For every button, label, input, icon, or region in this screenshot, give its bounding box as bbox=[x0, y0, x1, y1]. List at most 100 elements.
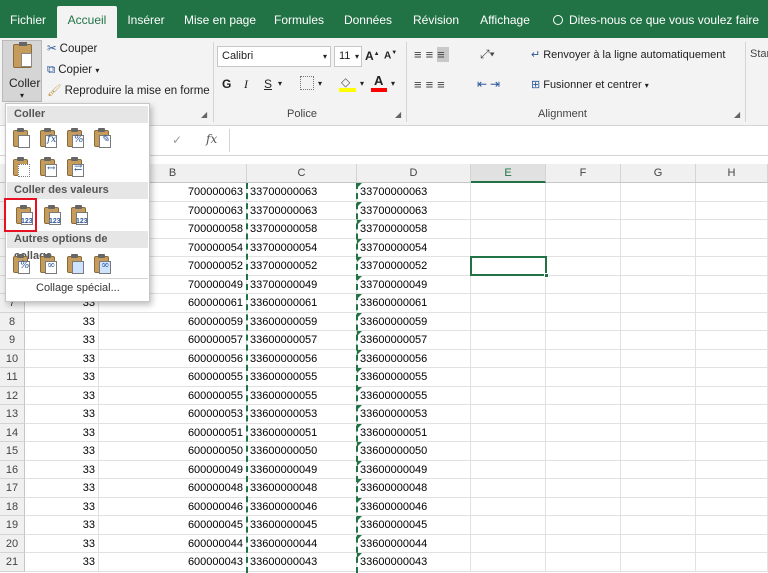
row-header[interactable]: 18 bbox=[0, 497, 25, 516]
row-header[interactable]: 10 bbox=[0, 349, 25, 368]
cell-f[interactable] bbox=[546, 534, 621, 553]
cell-f[interactable] bbox=[546, 405, 621, 424]
cell-e[interactable] bbox=[471, 423, 546, 442]
paste-button[interactable]: Coller ▾ bbox=[2, 40, 42, 102]
cell-a[interactable]: 33 bbox=[25, 534, 99, 553]
paste-no-borders-icon[interactable] bbox=[10, 156, 32, 178]
cell-a[interactable]: 33 bbox=[25, 479, 99, 498]
column-header-c[interactable]: C bbox=[247, 164, 357, 183]
cell-d[interactable]: 33600000045 bbox=[357, 516, 471, 535]
copy-button[interactable]: ⧉ Copier ▾ bbox=[47, 63, 99, 78]
cell-f[interactable] bbox=[546, 331, 621, 350]
cell-a[interactable]: 33 bbox=[25, 312, 99, 331]
cell-g[interactable] bbox=[621, 460, 696, 479]
cell-e[interactable] bbox=[471, 312, 546, 331]
cell-e[interactable] bbox=[471, 220, 546, 239]
horizontal-align-icons[interactable]: ≡≡≡ bbox=[414, 77, 449, 92]
cell-h[interactable] bbox=[696, 257, 768, 276]
cell-b[interactable]: 600000049 bbox=[99, 460, 247, 479]
active-cell[interactable] bbox=[470, 256, 549, 278]
cell-f[interactable] bbox=[546, 497, 621, 516]
grow-font-icon[interactable]: A▲ bbox=[365, 49, 380, 63]
cell-h[interactable] bbox=[696, 553, 768, 572]
cell-h[interactable] bbox=[696, 220, 768, 239]
cell-a[interactable]: 33 bbox=[25, 460, 99, 479]
row-header[interactable]: 8 bbox=[0, 312, 25, 331]
row-header[interactable]: 21 bbox=[0, 553, 25, 572]
cell-g[interactable] bbox=[621, 553, 696, 572]
paste-formatting-icon[interactable]: % bbox=[10, 253, 32, 275]
cell-f[interactable] bbox=[546, 257, 621, 276]
cell-b[interactable]: 600000050 bbox=[99, 442, 247, 461]
cell-g[interactable] bbox=[621, 257, 696, 276]
paste-link-icon[interactable]: ∞ bbox=[37, 253, 59, 275]
cell-h[interactable] bbox=[696, 238, 768, 257]
cell-d[interactable]: 33600000055 bbox=[357, 368, 471, 387]
cell-h[interactable] bbox=[696, 183, 768, 202]
paste-formulas-icon[interactable]: fx bbox=[37, 127, 59, 149]
cell-e[interactable] bbox=[471, 479, 546, 498]
cell-b[interactable]: 600000055 bbox=[99, 386, 247, 405]
cell-f[interactable] bbox=[546, 442, 621, 461]
cell-h[interactable] bbox=[696, 442, 768, 461]
tab-accueil[interactable]: Accueil bbox=[57, 6, 117, 38]
font-name-select[interactable]: Calibri ▾ bbox=[217, 46, 331, 67]
cell-e[interactable] bbox=[471, 183, 546, 202]
row-header[interactable]: 12 bbox=[0, 386, 25, 405]
column-header-f[interactable]: F bbox=[546, 164, 621, 183]
cell-f[interactable] bbox=[546, 238, 621, 257]
cell-e[interactable] bbox=[471, 294, 546, 313]
cell-a[interactable]: 33 bbox=[25, 349, 99, 368]
cell-f[interactable] bbox=[546, 386, 621, 405]
cell-d[interactable]: 33700000049 bbox=[357, 275, 471, 294]
cell-f[interactable] bbox=[546, 183, 621, 202]
cell-d[interactable]: 33600000049 bbox=[357, 460, 471, 479]
cell-a[interactable]: 33 bbox=[25, 516, 99, 535]
column-header-e[interactable]: E bbox=[471, 164, 546, 183]
cell-g[interactable] bbox=[621, 386, 696, 405]
cell-g[interactable] bbox=[621, 275, 696, 294]
format-painter-button[interactable]: 🖌 Reproduire la mise en forme bbox=[47, 84, 210, 98]
paste-values-number-format-icon[interactable]: 123 bbox=[41, 204, 63, 226]
cell-g[interactable] bbox=[621, 201, 696, 220]
fx-icon[interactable]: fx bbox=[206, 132, 217, 146]
cell-g[interactable] bbox=[621, 442, 696, 461]
check-icon[interactable]: ✓ bbox=[172, 133, 182, 147]
chevron-down-icon[interactable]: ▾ bbox=[360, 79, 364, 88]
cell-g[interactable] bbox=[621, 423, 696, 442]
cell-e[interactable] bbox=[471, 442, 546, 461]
number-format-select[interactable]: Stan bbox=[750, 48, 768, 60]
cell-a[interactable]: 33 bbox=[25, 442, 99, 461]
cell-a[interactable]: 33 bbox=[25, 497, 99, 516]
cut-button[interactable]: ✂ Couper bbox=[47, 42, 97, 56]
cell-e[interactable] bbox=[471, 349, 546, 368]
paste-special-item[interactable]: Collage spécial... bbox=[36, 282, 120, 294]
cell-f[interactable] bbox=[546, 516, 621, 535]
cell-e[interactable] bbox=[471, 275, 546, 294]
cell-h[interactable] bbox=[696, 497, 768, 516]
cell-h[interactable] bbox=[696, 460, 768, 479]
cell-d[interactable]: 33700000054 bbox=[357, 238, 471, 257]
cell-g[interactable] bbox=[621, 516, 696, 535]
tab-revision[interactable]: Révision bbox=[411, 6, 461, 38]
cell-a[interactable]: 33 bbox=[25, 405, 99, 424]
font-color-icon[interactable]: A bbox=[370, 73, 388, 93]
cell-f[interactable] bbox=[546, 553, 621, 572]
cell-d[interactable]: 33700000063 bbox=[357, 201, 471, 220]
cell-g[interactable] bbox=[621, 405, 696, 424]
cell-d[interactable]: 33600000061 bbox=[357, 294, 471, 313]
cell-b[interactable]: 600000046 bbox=[99, 497, 247, 516]
dialog-launcher-icon[interactable]: ◢ bbox=[395, 110, 401, 119]
tab-fichier[interactable]: Fichier bbox=[6, 6, 50, 38]
font-size-select[interactable]: 11 ▾ bbox=[334, 46, 362, 67]
cell-g[interactable] bbox=[621, 368, 696, 387]
cell-g[interactable] bbox=[621, 312, 696, 331]
cell-h[interactable] bbox=[696, 275, 768, 294]
cell-e[interactable] bbox=[471, 516, 546, 535]
tab-inserer[interactable]: Insérer bbox=[124, 6, 168, 38]
row-header[interactable]: 20 bbox=[0, 534, 25, 553]
cell-d[interactable]: 33600000043 bbox=[357, 553, 471, 572]
paste-picture-icon[interactable] bbox=[64, 253, 86, 275]
cell-d[interactable]: 33600000046 bbox=[357, 497, 471, 516]
cell-d[interactable]: 33600000053 bbox=[357, 405, 471, 424]
